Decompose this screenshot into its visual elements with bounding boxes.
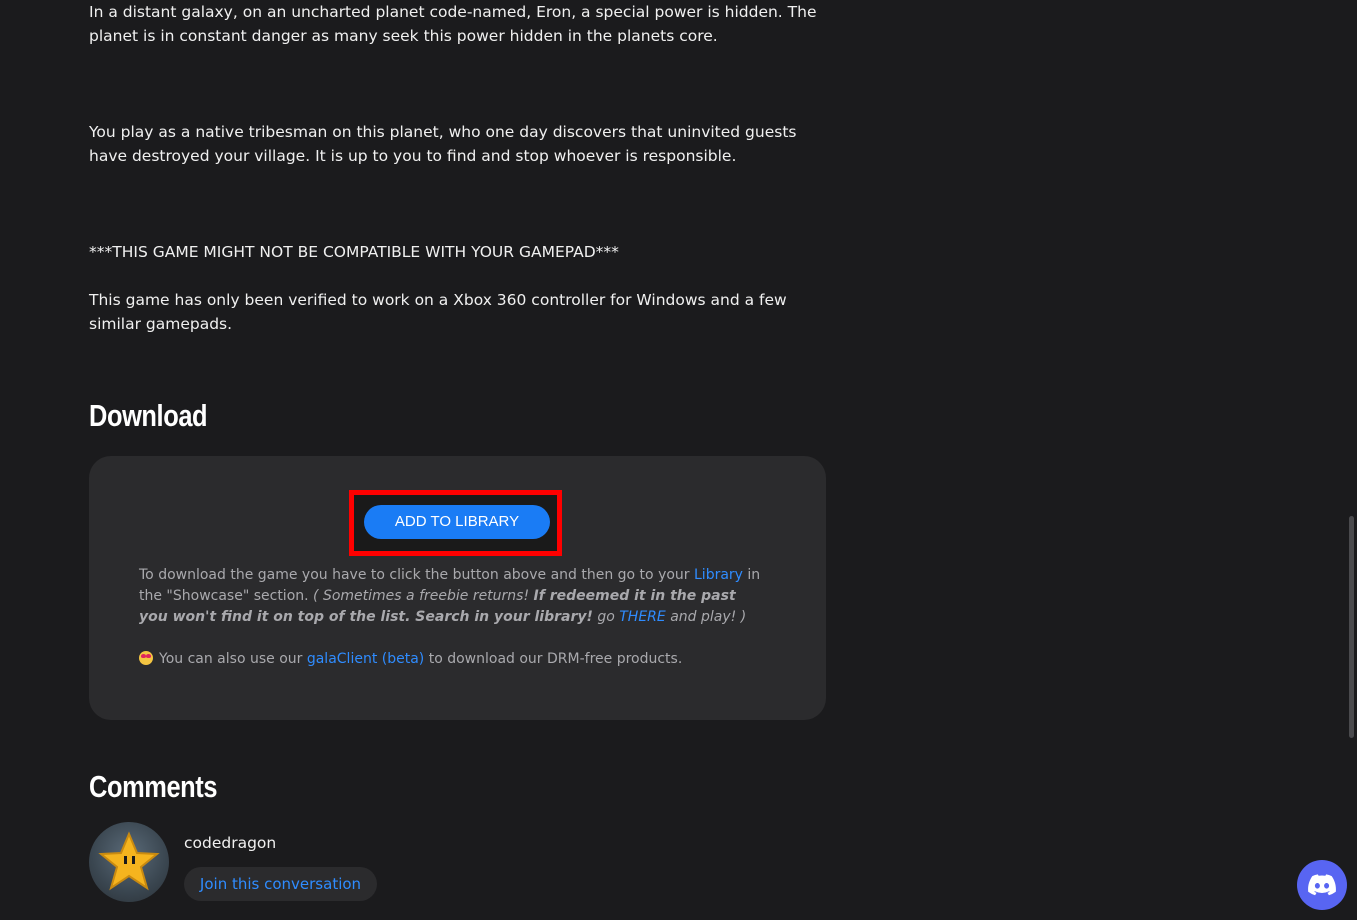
discord-button[interactable] <box>1297 860 1347 910</box>
description-paragraph: This game has only been verified to work… <box>89 291 787 333</box>
avatar <box>89 822 169 902</box>
discord-icon <box>1308 874 1336 896</box>
there-link[interactable]: THERE <box>619 609 666 625</box>
description-paragraph: In a distant galaxy, on an uncharted pla… <box>89 3 817 45</box>
add-to-library-button[interactable]: ADD TO LIBRARY <box>364 505 550 539</box>
description-paragraph: You play as a native tribesman on this p… <box>89 123 797 165</box>
star-avatar-icon <box>98 831 160 891</box>
download-heading: Download <box>89 398 208 433</box>
join-conversation-button[interactable]: Join this conversation <box>184 867 377 901</box>
add-to-library-highlight: ADD TO LIBRARY <box>349 490 562 556</box>
gala-client-link[interactable]: galaClient (beta) <box>307 651 424 667</box>
gala-client-note: You can also use our galaClient (beta) t… <box>139 649 769 670</box>
download-panel: ADD TO LIBRARY To download the game you … <box>89 456 826 720</box>
page-scrollbar[interactable] <box>1349 516 1354 738</box>
download-info: To download the game you have to click t… <box>139 565 769 670</box>
page: In a distant galaxy, on an uncharted pla… <box>0 0 1357 920</box>
library-link[interactable]: Library <box>694 567 743 583</box>
comment-username: codedragon <box>184 834 277 852</box>
compatibility-warning: ***THIS GAME MIGHT NOT BE COMPATIBLE WIT… <box>89 243 619 261</box>
download-instructions: To download the game you have to click t… <box>139 567 761 625</box>
star-struck-emoji-icon <box>139 651 153 665</box>
comments-heading: Comments <box>89 769 218 804</box>
